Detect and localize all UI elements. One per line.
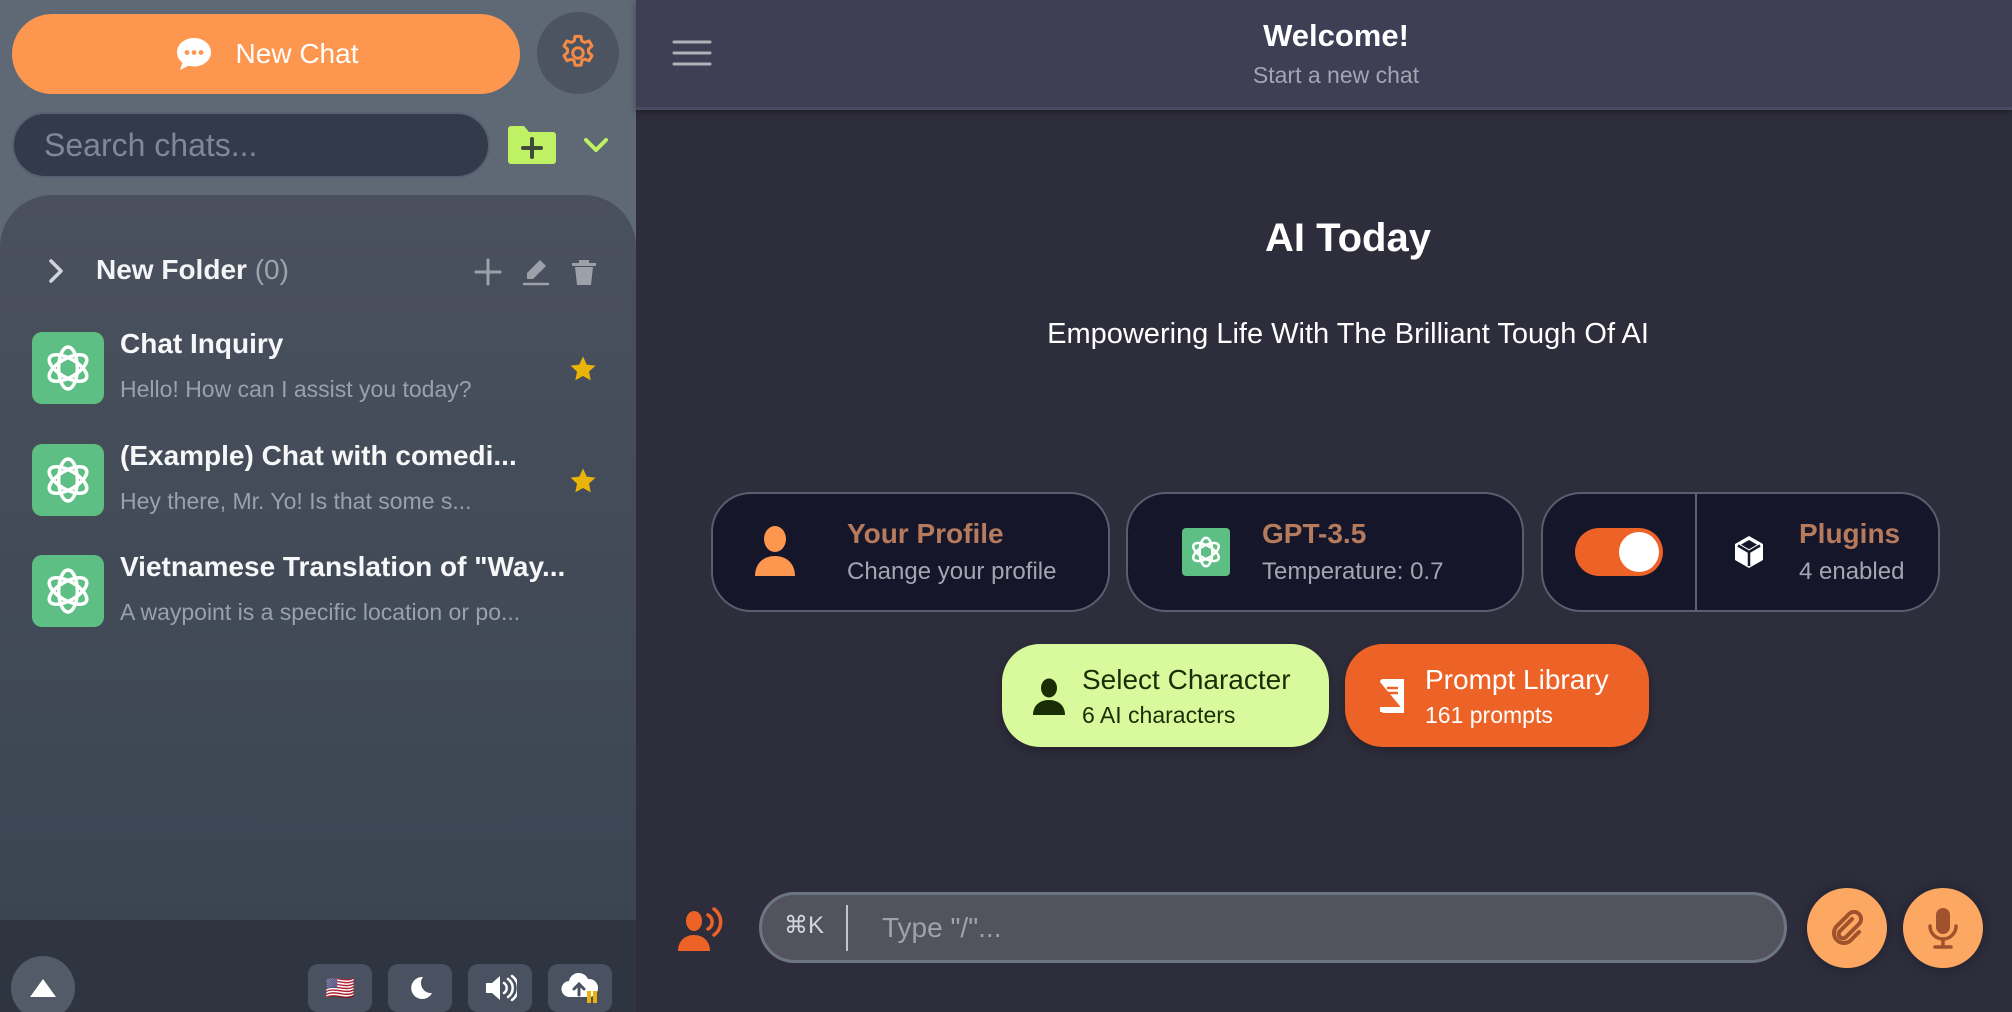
cloud-sync-button[interactable]	[548, 964, 612, 1012]
new-folder-icon[interactable]	[506, 125, 558, 165]
model-title: GPT-3.5	[1262, 518, 1367, 549]
paperclip-icon	[1832, 910, 1864, 945]
plus-icon[interactable]	[472, 256, 504, 288]
plugins-toggle[interactable]	[1575, 528, 1663, 576]
person-icon	[1033, 678, 1065, 715]
search-chats-input[interactable]	[12, 112, 490, 178]
chat-list-item[interactable]: Chat Inquiry Hello! How can I assist you …	[0, 318, 636, 418]
composer-separator	[846, 905, 848, 951]
user-icon	[755, 526, 795, 576]
chevron-down-icon[interactable]	[581, 132, 611, 158]
openai-logo-icon	[1182, 528, 1230, 576]
prompt-library-title: Prompt Library	[1425, 664, 1609, 695]
chat-preview: Hello! How can I assist you today?	[120, 376, 472, 402]
chat-title: Chat Inquiry	[120, 328, 284, 359]
book-icon	[1380, 679, 1404, 713]
triangle-up-icon	[30, 979, 56, 997]
toggle-knob	[1619, 532, 1659, 572]
message-input[interactable]	[882, 903, 1762, 953]
chat-list-item[interactable]: (Example) Chat with comedi... Hey there, …	[0, 430, 636, 530]
model-temperature: Temperature: 0.7	[1262, 558, 1444, 585]
chat-bubble-icon	[176, 38, 211, 70]
sidebar: New Chat New Folder (0) Chat Inqui	[0, 0, 636, 1012]
profile-card[interactable]: Your Profile Change your profile	[711, 492, 1110, 612]
plugins-count: 4 enabled	[1799, 558, 1905, 585]
chat-preview: Hey there, Mr. Yo! Is that some s...	[120, 488, 472, 514]
theme-toggle-button[interactable]	[388, 964, 452, 1012]
chat-list-item[interactable]: Vietnamese Translation of "Way... A waypo…	[0, 541, 636, 641]
card-divider	[1695, 494, 1697, 610]
star-icon[interactable]	[568, 354, 598, 384]
chat-title: Vietnamese Translation of "Way...	[120, 551, 566, 582]
star-icon[interactable]	[568, 466, 598, 496]
openai-avatar-icon	[32, 444, 104, 516]
sidebar-bottom-bar: 🇺🇸	[0, 920, 636, 1012]
gear-icon	[562, 34, 594, 67]
chat-title: (Example) Chat with comedi...	[120, 440, 517, 471]
cloud-upload-icon	[561, 972, 599, 1003]
hero-title: AI Today	[1265, 216, 1431, 260]
new-chat-button[interactable]: New Chat	[12, 14, 520, 94]
header-title: Welcome!	[1263, 18, 1409, 53]
speaker-icon	[486, 974, 517, 1002]
hero-subtitle: Empowering Life With The Brilliant Tough…	[1047, 318, 1649, 350]
chevron-right-icon[interactable]	[42, 256, 70, 286]
profile-subtitle: Change your profile	[847, 558, 1057, 585]
main-panel: Welcome! Start a new chat AI Today Empow…	[636, 0, 2012, 1012]
chat-header: Welcome! Start a new chat	[636, 0, 2012, 110]
trash-icon[interactable]	[568, 256, 600, 288]
plugins-title[interactable]: Plugins	[1799, 518, 1900, 550]
language-button[interactable]: 🇺🇸	[308, 964, 372, 1012]
voice-speaking-icon[interactable]	[676, 903, 726, 953]
sound-toggle-button[interactable]	[468, 964, 532, 1012]
attach-button[interactable]	[1807, 888, 1887, 968]
model-card[interactable]: GPT-3.5 Temperature: 0.7	[1126, 492, 1524, 612]
settings-button[interactable]	[537, 12, 619, 94]
folder-name: New Folder (0)	[96, 254, 289, 285]
character-count: 6 AI characters	[1082, 702, 1236, 728]
select-character-button[interactable]: Select Character 6 AI characters	[1002, 644, 1329, 747]
shortcut-hint: ⌘K	[784, 912, 825, 939]
profile-title: Your Profile	[847, 518, 1004, 549]
prompt-library-button[interactable]: Prompt Library 161 prompts	[1345, 644, 1649, 747]
new-chat-label: New Chat	[235, 38, 359, 69]
cube-icon[interactable]	[1733, 534, 1765, 570]
composer: ⌘K	[759, 892, 1787, 963]
folder-count: (0)	[254, 254, 289, 285]
chat-preview: A waypoint is a specific location or po.…	[120, 599, 521, 625]
plugins-card: Plugins 4 enabled	[1541, 492, 1940, 612]
openai-avatar-icon	[32, 332, 104, 404]
header-subtitle: Start a new chat	[1252, 62, 1420, 88]
character-title: Select Character	[1082, 664, 1291, 695]
folder-row[interactable]: New Folder (0)	[0, 248, 636, 294]
microphone-icon	[1928, 908, 1958, 949]
microphone-button[interactable]	[1903, 888, 1983, 968]
us-flag-icon: 🇺🇸	[325, 974, 355, 1002]
moon-icon	[411, 976, 432, 999]
prompt-count: 161 prompts	[1425, 702, 1553, 728]
scroll-up-button[interactable]	[11, 956, 75, 1012]
edit-pencil-icon[interactable]	[520, 256, 552, 288]
openai-avatar-icon	[32, 555, 104, 627]
